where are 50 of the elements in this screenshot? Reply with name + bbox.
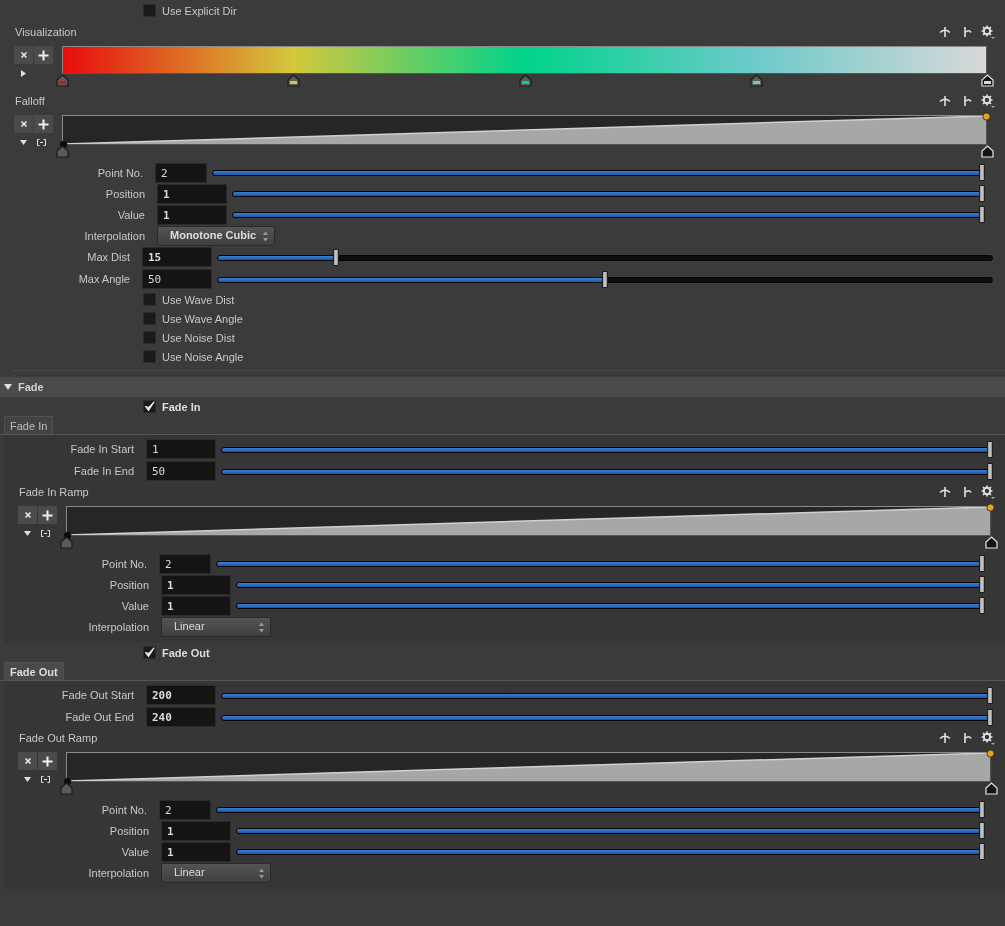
ramp-label: Fade Out Ramp [19, 732, 99, 744]
param-label: Max Angle [77, 273, 131, 285]
checkbox-label: Use Explicit Dir [162, 4, 237, 17]
param-label: Fade In End [73, 465, 135, 477]
interpolation-dropdown[interactable]: Linear [161, 862, 271, 883]
number-field[interactable]: 2 [159, 553, 211, 574]
number-field[interactable]: 1 [157, 183, 227, 204]
number-field[interactable]: 2 [159, 799, 211, 820]
checkbox-label: Use Wave Dist [162, 293, 235, 306]
param-label: Point No. [100, 803, 148, 816]
number-field[interactable]: 50 [146, 461, 216, 481]
param-label: Fade In Start [69, 443, 135, 455]
number-field[interactable]: 1 [161, 595, 231, 616]
param-label: Position [104, 187, 146, 200]
checkbox-label: Use Noise Angle [162, 350, 244, 363]
param-label: Interpolation [83, 229, 146, 242]
param-label: Value [120, 599, 150, 612]
param-label: Point No. [96, 166, 144, 179]
checkbox-label: Fade In [162, 400, 201, 413]
param-label: Fade Out End [64, 711, 135, 723]
section-title: Fade [18, 381, 44, 393]
param-label: Point No. [100, 557, 148, 570]
ramp-label: Falloff [15, 95, 46, 107]
param-label: Max Dist [86, 251, 131, 263]
param-label: Value [116, 208, 146, 221]
param-label: Position [108, 578, 150, 591]
checkbox-label: Use Noise Dist [162, 331, 235, 344]
ramp-label: Fade In Ramp [19, 486, 90, 498]
interpolation-dropdown[interactable]: Linear [161, 616, 271, 637]
number-field[interactable]: 1 [161, 841, 231, 862]
ramp-label: Visualization [15, 26, 78, 38]
number-field[interactable]: 1 [157, 204, 227, 225]
number-field[interactable]: 200 [146, 685, 216, 705]
param-label: Fade Out Start [60, 689, 135, 701]
param-label: Value [120, 845, 150, 858]
param-label: Interpolation [87, 866, 150, 879]
folder-tab[interactable]: Fade Out [4, 662, 64, 680]
param-label: Interpolation [87, 620, 150, 633]
checkbox-label: Fade Out [162, 646, 210, 659]
param-label: Position [108, 824, 150, 837]
number-field[interactable]: 50 [142, 269, 212, 289]
number-field[interactable]: 240 [146, 707, 216, 727]
number-field[interactable]: 15 [142, 247, 212, 267]
checkbox-label: Use Wave Angle [162, 312, 243, 325]
number-field[interactable]: 1 [146, 439, 216, 459]
number-field[interactable]: 2 [155, 162, 207, 183]
folder-tab[interactable]: Fade In [4, 416, 54, 434]
number-field[interactable]: 1 [161, 574, 231, 595]
interpolation-dropdown[interactable]: Monotone Cubic [157, 225, 276, 246]
number-field[interactable]: 1 [161, 820, 231, 841]
